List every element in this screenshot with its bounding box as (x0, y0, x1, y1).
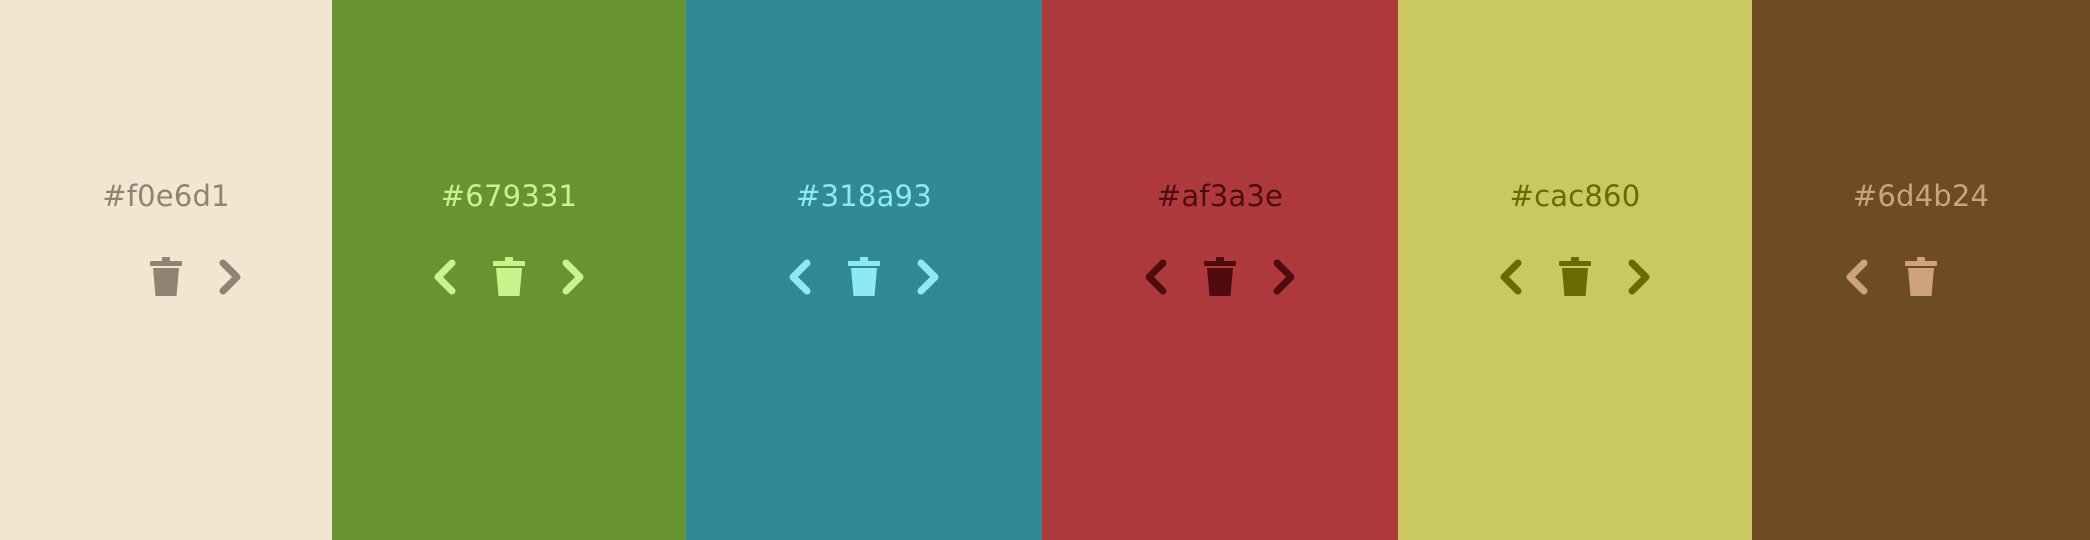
delete-button[interactable] (1555, 253, 1595, 301)
trash-icon (847, 257, 881, 297)
swatch-6: #6d4b24 (1752, 0, 2090, 540)
trash-icon (492, 257, 526, 297)
hex-label: #f0e6d1 (102, 179, 230, 213)
move-right-button[interactable] (210, 253, 250, 301)
chevron-right-icon (1624, 257, 1654, 297)
trash-icon (1904, 257, 1938, 297)
trash-icon (149, 257, 183, 297)
chevron-right-icon (1269, 257, 1299, 297)
move-left-button[interactable] (780, 253, 820, 301)
trash-icon (1558, 257, 1592, 297)
move-left-button[interactable] (1491, 253, 1531, 301)
swatch-1: #f0e6d1 (0, 0, 332, 540)
move-left-button[interactable] (425, 253, 465, 301)
move-left-button[interactable] (1837, 253, 1877, 301)
move-right-button[interactable] (1619, 253, 1659, 301)
swatch-controls (686, 252, 1042, 302)
swatch-controls (1042, 252, 1398, 302)
delete-button[interactable] (844, 253, 884, 301)
hex-label: #679331 (440, 179, 578, 213)
chevron-right-icon (913, 257, 943, 297)
swatch-controls (1398, 252, 1752, 302)
swatch-controls (1752, 252, 2090, 302)
chevron-left-icon (1842, 257, 1872, 297)
move-right-button[interactable] (1264, 253, 1304, 301)
chevron-right-icon (215, 257, 245, 297)
delete-button[interactable] (146, 253, 186, 301)
delete-button[interactable] (1901, 253, 1941, 301)
move-left-button[interactable] (1136, 253, 1176, 301)
hex-label: #6d4b24 (1852, 179, 1990, 213)
hex-label: #318a93 (796, 179, 932, 213)
chevron-left-icon (1496, 257, 1526, 297)
swatch-controls (0, 252, 332, 302)
hex-label: #af3a3e (1156, 179, 1284, 213)
swatch-3: #318a93 (686, 0, 1042, 540)
chevron-right-icon (558, 257, 588, 297)
trash-icon (1203, 257, 1237, 297)
swatch-controls (332, 252, 686, 302)
hex-label: #cac860 (1509, 179, 1641, 213)
swatch-2: #679331 (332, 0, 686, 540)
delete-button[interactable] (1200, 253, 1240, 301)
chevron-left-icon (785, 257, 815, 297)
delete-button[interactable] (489, 253, 529, 301)
move-right-button[interactable] (553, 253, 593, 301)
color-palette: #f0e6d1 #679331 #318a93 #af3a3e #cac860 … (0, 0, 2090, 540)
move-right-button[interactable] (908, 253, 948, 301)
chevron-left-icon (430, 257, 460, 297)
swatch-4: #af3a3e (1042, 0, 1398, 540)
chevron-left-icon (1141, 257, 1171, 297)
swatch-5: #cac860 (1398, 0, 1752, 540)
